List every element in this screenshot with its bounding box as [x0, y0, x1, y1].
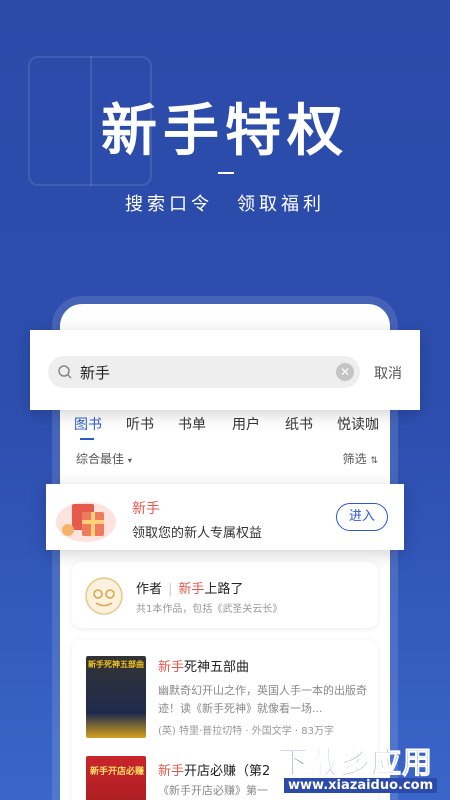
caret-down-icon: ▾ — [127, 456, 132, 465]
book-title-highlight: 新手 — [158, 660, 185, 675]
category-tabs: 图书 听书 书单 用户 纸书 悦读咖 — [74, 414, 390, 444]
sort-row: 综合最佳 ▾ 筛选 ⇅ — [74, 450, 378, 470]
tab-paper-books[interactable]: 纸书 — [285, 414, 313, 434]
book-title[interactable]: 新手开店必赚（第2 — [158, 760, 270, 779]
author-avatar-icon — [85, 577, 123, 615]
newbie-promo-card[interactable]: 新手 领取您的新人专属权益 进入 — [46, 484, 404, 550]
cover-title: 新手死神五部曲 — [88, 660, 144, 669]
tab-audiobooks[interactable]: 听书 — [126, 414, 154, 434]
hero-divider — [218, 172, 234, 174]
clear-icon[interactable]: ✕ — [336, 363, 354, 381]
active-tab-indicator — [80, 438, 94, 440]
watermark-title: 下载多应用 — [278, 746, 433, 782]
book-description: 幽默奇幻开山之作，英国人手一本的出版奇迹！读《新手死神》就像看一场... — [158, 684, 367, 715]
search-input[interactable]: 新手 ✕ — [48, 356, 360, 388]
sort-label: 综合最佳 — [76, 452, 125, 466]
filter-label: 筛选 — [342, 452, 367, 466]
tab-booklists[interactable]: 书单 — [178, 414, 206, 434]
tab-yueduka[interactable]: 悦读咖 — [337, 414, 379, 434]
author-works: 共1本作品，包括《武圣关云长》 — [136, 604, 283, 615]
search-query: 新手 — [80, 364, 111, 382]
site-watermark: 下载多应用 www.xiazaiduo.com — [270, 738, 450, 800]
filter-button[interactable]: 筛选 ⇅ — [343, 450, 378, 467]
book-meta: (英) 特里·普拉切特 · 外国文学 · 83万字 — [158, 726, 334, 737]
search-icon — [58, 365, 72, 379]
author-separator: | — [168, 582, 173, 597]
sort-dropdown[interactable]: 综合最佳 ▾ — [76, 450, 132, 467]
author-name-highlight: 新手 — [178, 582, 205, 597]
hero-subtitle: 搜索口令 领取福利 — [0, 190, 450, 216]
promo-title: 新手 — [132, 501, 160, 517]
book-title-rest: 开店必赚（第2 — [184, 764, 271, 779]
filter-icon: ⇅ — [370, 456, 378, 466]
tab-books[interactable]: 图书 — [74, 414, 102, 434]
book-cover[interactable]: 新手死神五部曲 — [86, 656, 146, 738]
author-label: 作者 — [136, 582, 163, 597]
cancel-button[interactable]: 取消 — [374, 363, 402, 383]
cover-title: 新手开店必赚 — [90, 767, 145, 777]
watermark-url: www.xiazaiduo.com — [284, 778, 438, 793]
book-title[interactable]: 新手死神五部曲 — [158, 656, 249, 675]
gift-icon — [56, 502, 116, 542]
book-title-rest: 死神五部曲 — [184, 660, 250, 675]
search-bar-card: 新手 ✕ 取消 — [30, 330, 420, 410]
author-result-card[interactable]: 作者 | 新手上路了 共1本作品，包括《武圣关云长》 — [72, 562, 378, 628]
hero-subtitle-right: 领取福利 — [237, 194, 325, 215]
hero-subtitle-left: 搜索口令 — [125, 194, 213, 215]
author-line: 作者 | 新手上路了 — [136, 578, 243, 597]
promo-description: 领取您的新人专属权益 — [132, 526, 263, 541]
book-title-highlight: 新手 — [158, 764, 185, 779]
tab-users[interactable]: 用户 — [232, 414, 260, 434]
hero-title: 新手特权 — [101, 99, 349, 164]
enter-button[interactable]: 进入 — [336, 503, 388, 531]
book-description: 《新手开店必赚》第一 — [158, 784, 268, 797]
book-cover[interactable]: 新手开店必赚 — [86, 756, 146, 800]
author-name-rest: 上路了 — [204, 582, 244, 597]
